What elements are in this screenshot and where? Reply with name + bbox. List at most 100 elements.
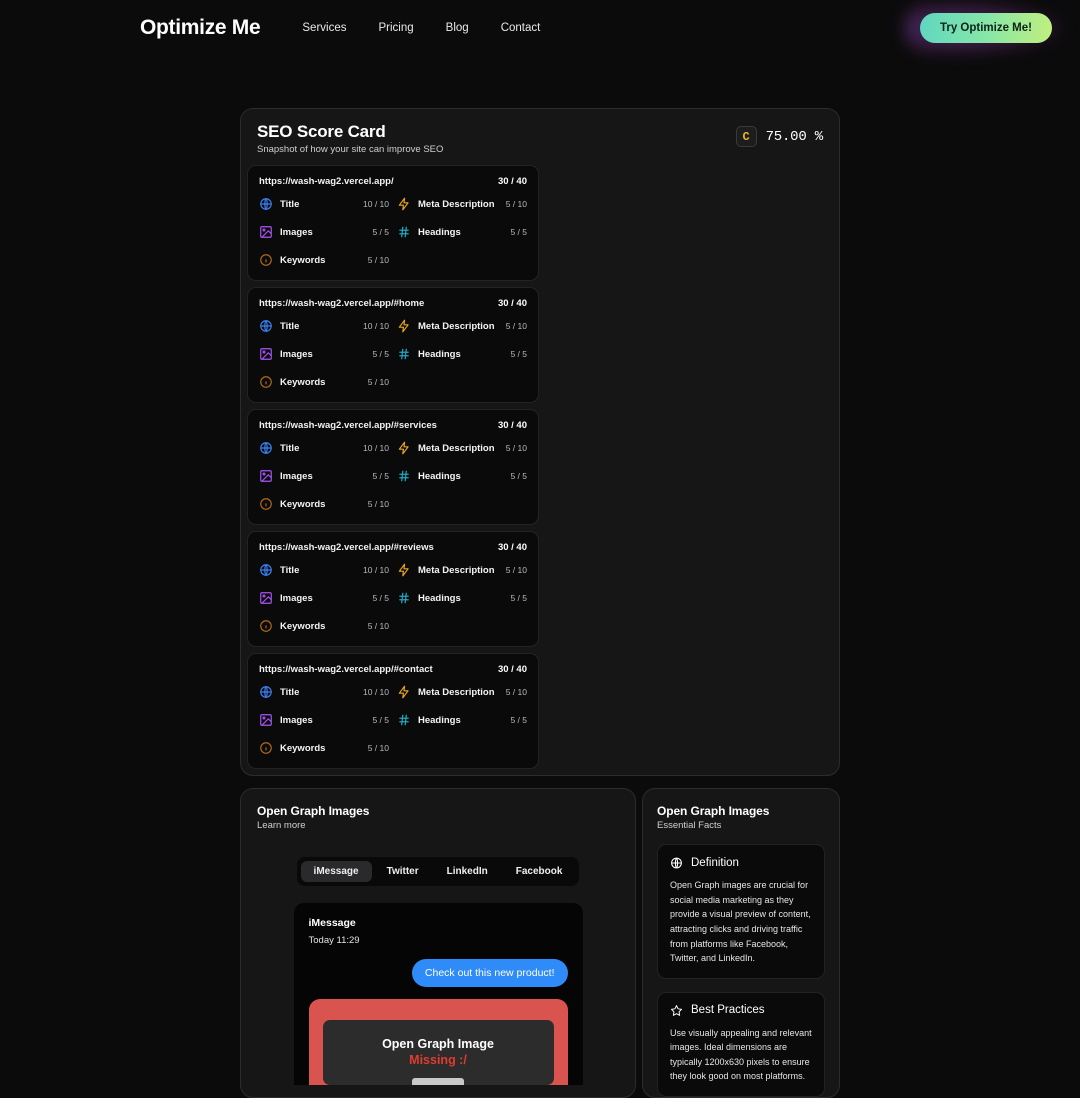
- metric-label: Meta Description: [418, 564, 495, 576]
- metrics-grid: Title 10 / 10 Meta Description 5 / 10 Images…: [259, 196, 527, 268]
- globe-icon: [259, 319, 273, 333]
- metric-score: 10 / 10: [363, 687, 389, 698]
- metric-score: 5 / 10: [505, 321, 527, 332]
- metric-score: 5 / 10: [505, 687, 527, 698]
- url-total-score: 30 / 40: [497, 176, 527, 188]
- metric-headings: Headings 5 / 5: [397, 224, 527, 240]
- metric-score: 5 / 10: [367, 499, 389, 510]
- metric-label: Images: [280, 714, 313, 726]
- metric-images: Images 5 / 5: [259, 346, 389, 362]
- image-icon: [259, 591, 273, 605]
- zap-icon: [397, 685, 411, 699]
- hash-icon: [397, 347, 411, 361]
- metric-score: 10 / 10: [363, 565, 389, 576]
- fact-header: Best Practices: [670, 1004, 812, 1017]
- url-total-score: 30 / 40: [497, 542, 527, 554]
- nav-links: Services Pricing Blog Contact: [302, 22, 540, 34]
- metric-label: Title: [280, 320, 300, 332]
- metric-label: Headings: [418, 714, 461, 726]
- metric-images: Images 5 / 5: [259, 224, 389, 240]
- url-text[interactable]: https://wash-wag2.vercel.app/: [259, 176, 394, 187]
- metric-score: 5 / 5: [510, 715, 527, 726]
- seo-score-card-titles: SEO Score Card Snapshot of how your site…: [257, 121, 443, 155]
- tab-facebook[interactable]: Facebook: [503, 861, 576, 882]
- url-text[interactable]: https://wash-wag2.vercel.app/#services: [259, 420, 437, 431]
- og-main-title: Open Graph Images: [257, 804, 370, 819]
- metric-label: Images: [280, 470, 313, 482]
- url-score-card[interactable]: https://wash-wag2.vercel.app/30 / 40 Titl…: [247, 165, 539, 282]
- metric-label: Images: [280, 226, 313, 238]
- globe-icon: [670, 856, 683, 869]
- bottom-row: Open Graph Images Learn more iMessage Twi…: [240, 788, 840, 1098]
- metric-score: 5 / 5: [372, 593, 389, 604]
- og-main-subtitle[interactable]: Learn more: [257, 820, 619, 831]
- image-icon: [259, 225, 273, 239]
- og-missing-button[interactable]: [412, 1078, 464, 1086]
- nav-link-services[interactable]: Services: [302, 22, 346, 34]
- metrics-grid: Title 10 / 10 Meta Description 5 / 10 Images…: [259, 318, 527, 390]
- open-graph-preview-panel: Open Graph Images Learn more iMessage Twi…: [240, 788, 636, 1098]
- brand-logo[interactable]: Optimize Me: [140, 16, 261, 40]
- metric-images: Images 5 / 5: [259, 712, 389, 728]
- metric-label: Headings: [418, 348, 461, 360]
- og-missing-status: Missing :/: [409, 1053, 467, 1068]
- metric-headings: Headings 5 / 5: [397, 712, 527, 728]
- url-total-score: 30 / 40: [497, 420, 527, 432]
- metric-label: Meta Description: [418, 442, 495, 454]
- url-text[interactable]: https://wash-wag2.vercel.app/#reviews: [259, 542, 434, 553]
- metric-score: 5 / 5: [510, 471, 527, 482]
- metric-label: Keywords: [280, 254, 326, 266]
- url-text[interactable]: https://wash-wag2.vercel.app/#home: [259, 298, 424, 309]
- tab-linkedin[interactable]: LinkedIn: [434, 861, 501, 882]
- metric-score: 10 / 10: [363, 443, 389, 454]
- tab-imessage[interactable]: iMessage: [300, 861, 372, 883]
- metric-label: Keywords: [280, 620, 326, 632]
- metric-keywords: Keywords 5 / 10: [259, 496, 389, 512]
- metric-label: Headings: [418, 470, 461, 482]
- fact-body: Open Graph images are crucial for social…: [670, 880, 811, 964]
- metric-title: Title 10 / 10: [259, 196, 389, 212]
- metric-label: Title: [280, 686, 300, 698]
- metric-meta-description: Meta Description 5 / 10: [397, 562, 527, 578]
- metric-headings: Headings 5 / 5: [397, 346, 527, 362]
- globe-icon: [259, 197, 273, 211]
- image-icon: [259, 347, 273, 361]
- metric-score: 5 / 5: [372, 349, 389, 360]
- metrics-grid: Title 10 / 10 Meta Description 5 / 10 Images…: [259, 684, 527, 756]
- nav-link-blog[interactable]: Blog: [446, 22, 469, 34]
- grade-badge: C: [735, 126, 757, 147]
- og-side-subtitle: Essential Facts: [657, 820, 722, 832]
- metric-meta-description: Meta Description 5 / 10: [397, 318, 527, 334]
- metric-score: 5 / 5: [372, 715, 389, 726]
- url-total-score: 30 / 40: [497, 298, 527, 310]
- metric-label: Headings: [418, 592, 461, 604]
- open-graph-facts-panel: Open Graph Images Essential Facts Defini…: [642, 788, 840, 1098]
- preview-app-name: iMessage: [308, 917, 356, 930]
- star-icon: [670, 1004, 683, 1017]
- url-total-score: 30 / 40: [497, 664, 527, 676]
- metric-label: Keywords: [280, 742, 326, 754]
- score-percent: 75.00 %: [765, 128, 824, 145]
- url-score-card[interactable]: https://wash-wag2.vercel.app/#reviews 30 …: [247, 531, 539, 648]
- url-score-card[interactable]: https://wash-wag2.vercel.app/#services 30…: [247, 409, 539, 526]
- metrics-grid: Title 10 / 10 Meta Description 5 / 10 Images…: [259, 562, 527, 634]
- metric-score: 5 / 10: [505, 565, 527, 576]
- url-text[interactable]: https://wash-wag2.vercel.app/#contact: [259, 664, 433, 675]
- tab-twitter[interactable]: Twitter: [374, 861, 432, 882]
- top-navbar: Optimize Me Services Pricing Blog Contac…: [0, 0, 1080, 57]
- preview-timestamp: Today 11:29: [308, 935, 360, 947]
- url-score-card[interactable]: https://wash-wag2.vercel.app/#contact 30 …: [247, 653, 539, 770]
- metric-score: 5 / 5: [510, 593, 527, 604]
- zap-icon: [397, 441, 411, 455]
- metric-label: Headings: [418, 226, 461, 238]
- try-optimize-me-button[interactable]: Try Optimize Me!: [919, 13, 1052, 43]
- url-score-card[interactable]: https://wash-wag2.vercel.app/#home 30 / 4…: [247, 287, 539, 404]
- seo-score-card: SEO Score Card Snapshot of how your site…: [240, 108, 840, 777]
- og-missing-title: Open Graph Image: [382, 1037, 494, 1052]
- metric-title: Title 10 / 10: [259, 562, 389, 578]
- og-side-title: Open Graph Images: [657, 804, 770, 819]
- nav-link-contact[interactable]: Contact: [501, 22, 541, 34]
- nav-link-pricing[interactable]: Pricing: [379, 22, 414, 34]
- globe-icon: [259, 563, 273, 577]
- zap-icon: [397, 319, 411, 333]
